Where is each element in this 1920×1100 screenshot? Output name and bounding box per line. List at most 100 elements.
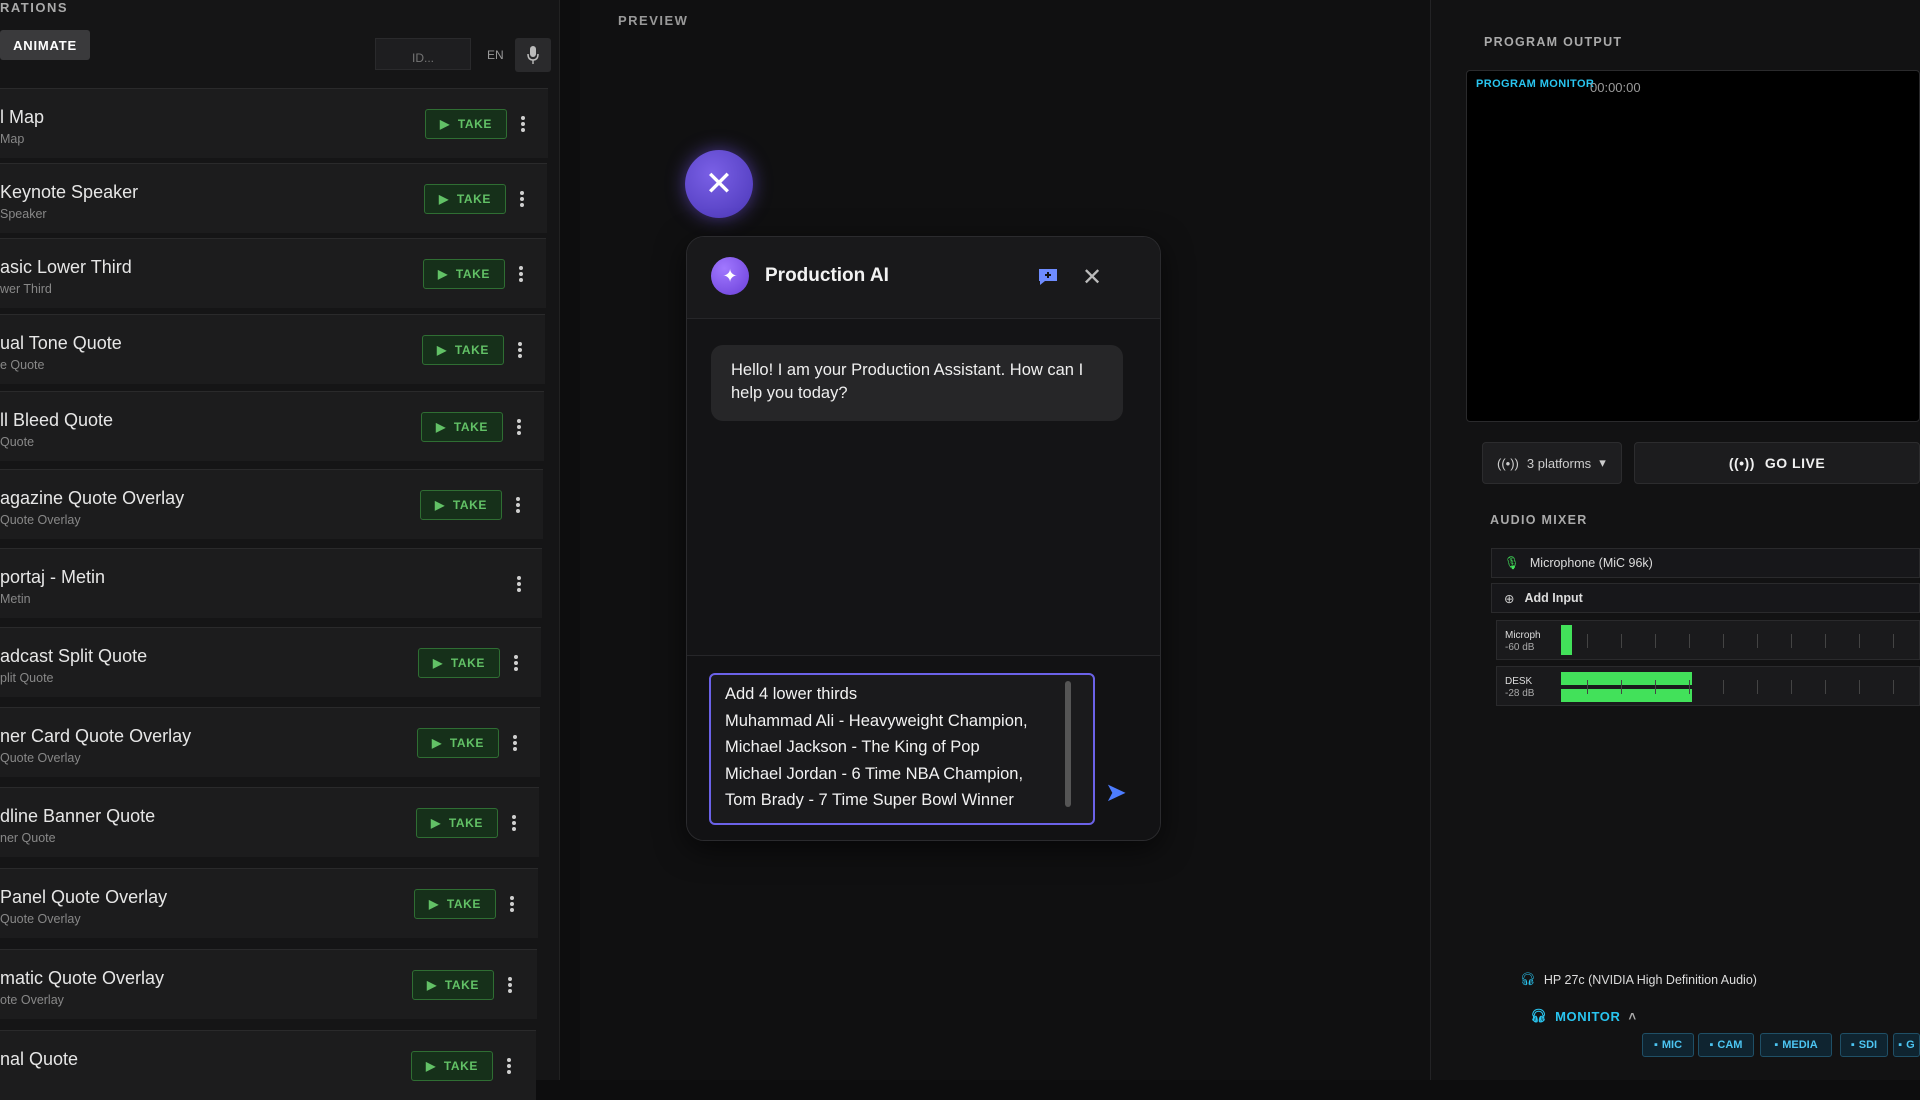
sparkle-icon: ✦ [711,257,749,295]
template-row[interactable]: l Map Map ▶ TAKE [0,88,548,158]
meter-tick [1723,634,1724,648]
go-live-button[interactable]: ((•)) GO LIVE [1634,442,1920,484]
more-options-icon[interactable] [511,653,521,673]
take-button[interactable]: ▶ TAKE [422,335,504,365]
template-row[interactable]: ner Card Quote Overlay Quote Overlay ▶ TAK… [0,707,540,777]
more-options-icon[interactable] [518,114,528,134]
platforms-label: 3 platforms [1526,455,1592,471]
template-type: Speaker [0,207,47,221]
template-row[interactable]: Panel Quote Overlay Quote Overlay ▶ TAKE [0,868,538,938]
take-button[interactable]: ▶ TAKE [412,970,494,1000]
headphones-icon: 🎧︎ [1520,972,1536,986]
more-options-icon[interactable] [507,894,517,914]
source-chip[interactable]: ▪ SDI [1840,1033,1888,1057]
chat-close-icon[interactable]: ✕ [1082,263,1102,292]
template-type: plit Quote [0,671,54,685]
template-type: ote Overlay [0,993,64,1007]
channel-meter-mic[interactable]: Microph -60 dB [1496,620,1920,660]
monitor-toggle[interactable]: 🎧︎ MONITOR ˄ [1530,1008,1637,1024]
template-row[interactable]: dline Banner Quote ner Quote ▶ TAKE [0,787,539,857]
template-row[interactable]: ual Tone Quote e Quote ▶ TAKE [0,314,545,384]
send-icon[interactable]: ➤ [1105,777,1127,808]
id-input[interactable] [375,38,471,70]
play-icon: ▶ [435,420,446,434]
ai-assistant-close-button[interactable]: ✕ [685,150,753,218]
template-name: ual Tone Quote [0,333,122,353]
more-options-icon[interactable] [510,733,520,753]
camera-icon: ▪ [1709,1039,1714,1051]
template-name: adcast Split Quote [0,646,148,666]
take-button[interactable]: ▶ TAKE [424,184,506,214]
output-device-label: HP 27c (NVIDIA High Definition Audio) [1543,972,1757,987]
meter-tick [1655,680,1656,694]
template-row[interactable]: matic Quote Overlay ote Overlay ▶ TAKE [0,949,537,1019]
template-name: ll Bleed Quote [0,410,114,430]
template-type: Map [0,132,25,146]
take-button[interactable]: ▶ TAKE [420,490,502,520]
source-chip[interactable]: ▪ G [1893,1033,1920,1057]
meter-tick [1859,634,1860,648]
more-options-icon[interactable] [515,340,525,360]
level-bar-left [1561,672,1692,685]
template-row[interactable]: ll Bleed Quote Quote ▶ TAKE [0,391,544,461]
template-row[interactable]: nal Quote ▶ TAKE [0,1030,536,1100]
take-label: TAKE [456,192,492,206]
more-options-icon[interactable] [509,813,519,833]
take-button[interactable]: ▶ TAKE [414,889,496,919]
more-options-icon[interactable] [513,495,523,515]
program-output-label: PROGRAM OUTPUT [1484,35,1623,49]
template-row[interactable]: adcast Split Quote plit Quote ▶ TAKE [0,627,541,697]
template-row[interactable]: asic Lower Third wer Third ▶ TAKE [0,238,546,308]
more-options-icon[interactable] [517,189,527,209]
meter-tick [1655,634,1656,648]
more-options-icon[interactable] [514,574,524,594]
chat-input[interactable]: Add 4 lower thirds Muhammad Ali - Heavyw… [709,673,1095,825]
voice-input-button[interactable] [515,38,551,72]
source-chip[interactable]: ▪ MIC [1642,1033,1694,1057]
take-button[interactable]: ▶ TAKE [418,648,500,678]
input-scrollbar[interactable] [1065,681,1071,807]
take-button[interactable]: ▶ TAKE [416,808,498,838]
take-button[interactable]: ▶ TAKE [421,412,503,442]
take-button[interactable]: ▶ TAKE [425,109,507,139]
template-row[interactable]: agazine Quote Overlay Quote Overlay ▶ TAKE [0,469,543,539]
meter-tick [1757,634,1758,648]
panel-title: RATIONS [0,0,69,15]
take-label: TAKE [443,1059,479,1073]
microphone-icon [527,46,539,64]
more-options-icon[interactable] [514,417,524,437]
chat-header: ✦ Production AI ✕ [687,237,1160,319]
take-button[interactable]: ▶ TAKE [417,728,499,758]
take-label: TAKE [452,498,488,512]
chip-label: G [1906,1039,1915,1051]
output-device[interactable]: 🎧︎ HP 27c (NVIDIA High Definition Audio) [1520,972,1920,987]
template-name: dline Banner Quote [0,806,156,826]
take-button[interactable]: ▶ TAKE [411,1051,493,1081]
play-icon: ▶ [437,267,448,281]
play-icon: ▶ [434,498,445,512]
monitor-label: MONITOR [1555,1008,1621,1024]
take-label: TAKE [457,117,493,131]
meter-tick [1791,634,1792,648]
more-options-icon[interactable] [504,1056,514,1076]
source-chip[interactable]: ▪ CAM [1698,1033,1754,1057]
animate-button[interactable]: ANIMATE [0,30,90,60]
language-toggle[interactable]: EN [487,48,504,62]
microphone-source[interactable]: 🎙︎ Microphone (MiC 96k) [1491,548,1920,578]
template-row[interactable]: Keynote Speaker Speaker ▶ TAKE [0,163,547,233]
level-bar [1561,625,1572,655]
channel-name: DESK [1505,676,1533,687]
add-input-button[interactable]: ⊕ Add Input [1491,583,1920,613]
platforms-dropdown[interactable]: ((•)) 3 platforms ▾ [1482,442,1622,484]
template-row[interactable]: portaj - Metin Metin [0,548,542,618]
template-name: Panel Quote Overlay [0,887,168,907]
channel-meter-desk[interactable]: DESK -28 dB [1496,666,1920,706]
more-options-icon[interactable] [505,975,515,995]
new-chat-icon[interactable] [1037,267,1059,287]
template-type: Quote [0,435,35,449]
source-chip[interactable]: ▪ MEDIA [1760,1033,1832,1057]
more-options-icon[interactable] [516,264,526,284]
broadcast-icon: ((•)) [1728,455,1755,471]
take-button[interactable]: ▶ TAKE [423,259,505,289]
channel-name: Microph [1505,630,1541,641]
